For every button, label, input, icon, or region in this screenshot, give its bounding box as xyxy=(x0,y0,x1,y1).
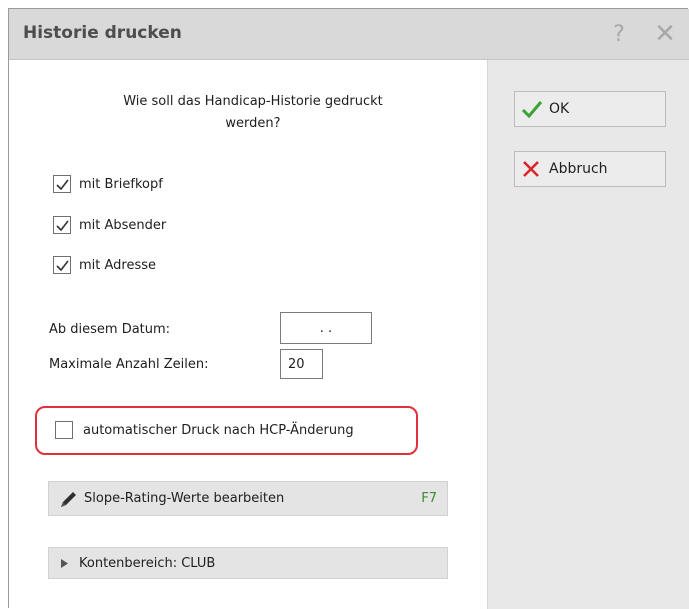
ok-button[interactable]: OK xyxy=(514,91,666,127)
checkbox-box[interactable] xyxy=(53,256,71,274)
checkbox-box[interactable] xyxy=(53,175,71,193)
checkbox-label: automatischer Druck nach HCP-Änderung xyxy=(83,422,354,438)
close-x-icon xyxy=(521,158,547,180)
checkmark-icon xyxy=(521,98,547,120)
question-text: Wie soll das Handicap-Historie gedruckt … xyxy=(123,94,383,131)
close-icon[interactable]: ✕ xyxy=(650,17,680,51)
shortcut-key: F7 xyxy=(421,491,437,506)
checkbox-auto-print[interactable]: automatischer Druck nach HCP-Änderung xyxy=(55,421,354,439)
date-field[interactable]: . . xyxy=(280,312,372,344)
cancel-button[interactable]: Abbruch xyxy=(514,151,666,187)
checkbox-sender[interactable]: mit Absender xyxy=(53,214,166,236)
cancel-label: Abbruch xyxy=(549,161,608,177)
checkbox-box[interactable] xyxy=(55,421,73,439)
help-icon[interactable]: ? xyxy=(604,17,634,51)
checkmark-icon xyxy=(55,179,69,190)
date-label: Ab diesem Datum: xyxy=(49,322,171,337)
triangle-right-icon xyxy=(61,558,71,568)
title-bar: Historie drucken ? ✕ xyxy=(9,9,689,60)
button-panel: OK Abbruch xyxy=(487,60,689,609)
checkmark-icon xyxy=(55,220,69,231)
checkbox-letterhead[interactable]: mit Briefkopf xyxy=(53,173,163,195)
ok-label: OK xyxy=(549,101,570,117)
pencil-icon xyxy=(58,488,80,510)
print-history-dialog: Historie drucken ? ✕ Wie soll das Handic… xyxy=(8,8,689,609)
edit-slope-rating-button[interactable]: Slope-Rating-Werte bearbeiten F7 xyxy=(48,481,448,516)
checkbox-label: mit Briefkopf xyxy=(79,176,163,192)
checkbox-label: mit Adresse xyxy=(79,257,157,273)
account-area-label: Kontenbereich: CLUB xyxy=(79,555,216,571)
checkbox-box[interactable] xyxy=(53,216,71,234)
slope-button-label: Slope-Rating-Werte bearbeiten xyxy=(84,491,285,506)
checkbox-label: mit Absender xyxy=(79,217,167,233)
checkbox-address[interactable]: mit Adresse xyxy=(53,254,156,276)
max-rows-label: Maximale Anzahl Zeilen: xyxy=(49,357,209,372)
account-area-expander[interactable]: Kontenbereich: CLUB xyxy=(48,547,448,579)
checkmark-icon xyxy=(55,260,69,271)
dialog-title: Historie drucken xyxy=(23,23,182,43)
max-rows-field[interactable]: 20 xyxy=(280,349,323,379)
